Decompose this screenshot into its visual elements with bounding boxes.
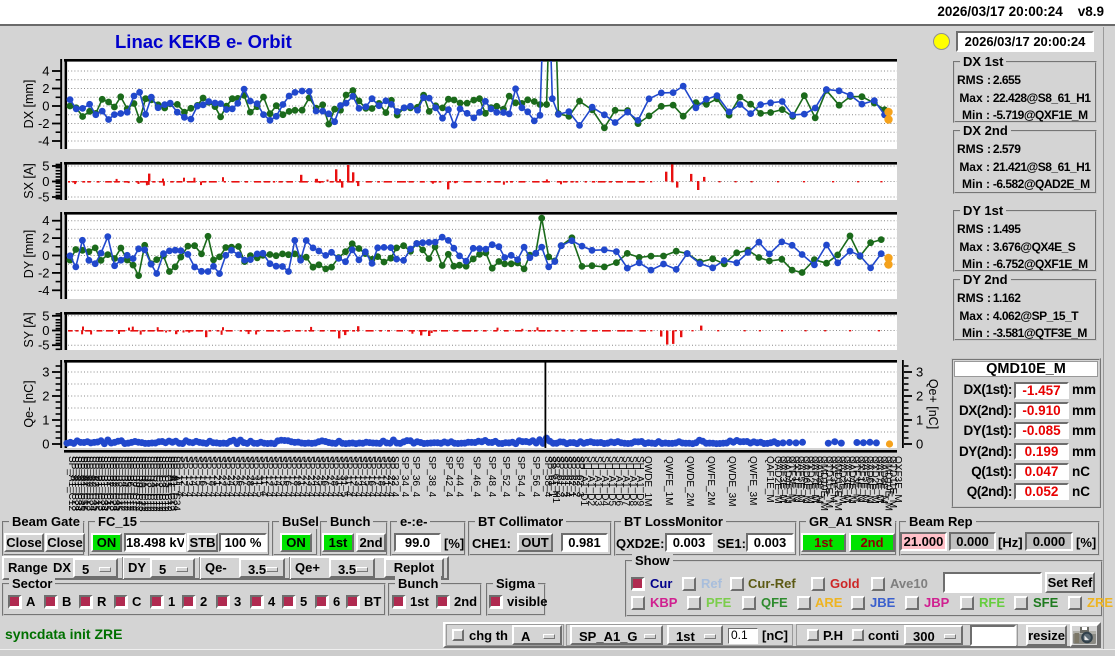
svg-text:4: 4 — [42, 64, 49, 79]
svg-text:QWFE_3M: QWFE_3M — [747, 456, 758, 505]
svg-text:QXF3E_M: QXF3E_M — [892, 456, 903, 503]
svg-text:2: 2 — [42, 231, 49, 246]
svg-text:0: 0 — [916, 437, 923, 452]
svg-text:SP_42_4: SP_42_4 — [443, 456, 454, 498]
svg-text:Qe+ [nC]: Qe+ [nC] — [926, 379, 940, 429]
svg-text:3: 3 — [42, 365, 49, 380]
svg-text:5: 5 — [42, 308, 49, 323]
svg-text:SP_54_4: SP_54_4 — [515, 456, 526, 498]
svg-text:0: 0 — [42, 174, 49, 189]
svg-text:SY [A]: SY [A] — [22, 312, 36, 347]
svg-text:2: 2 — [42, 81, 49, 96]
svg-text:SP_48_4: SP_48_4 — [486, 456, 497, 498]
svg-text:4: 4 — [42, 213, 49, 228]
svg-text:SP_36_4: SP_36_4 — [410, 456, 421, 498]
svg-text:0: 0 — [42, 437, 49, 452]
svg-text:-2: -2 — [38, 116, 50, 131]
svg-text:1: 1 — [42, 413, 49, 428]
svg-text:DY [mm]: DY [mm] — [22, 230, 36, 278]
svg-text:-2: -2 — [38, 265, 50, 280]
svg-text:Qe- [nC]: Qe- [nC] — [22, 380, 36, 427]
svg-text:3: 3 — [916, 365, 923, 380]
svg-text:1: 1 — [916, 413, 923, 428]
svg-text:2: 2 — [916, 389, 923, 404]
svg-text:-5: -5 — [38, 190, 50, 205]
svg-text:2: 2 — [42, 389, 49, 404]
svg-text:SP_56_4: SP_56_4 — [530, 456, 541, 498]
svg-text:SP_32_4: SP_32_4 — [389, 456, 400, 498]
svg-text:QWDE_2M: QWDE_2M — [684, 456, 695, 507]
svg-text:-4: -4 — [38, 134, 50, 149]
svg-text:SP_46_4: SP_46_4 — [471, 456, 482, 498]
svg-text:QWFE_1M: QWFE_1M — [663, 456, 674, 505]
svg-text:QWDE_1M: QWDE_1M — [642, 456, 653, 507]
svg-text:5: 5 — [42, 159, 49, 174]
svg-text:0: 0 — [42, 323, 49, 338]
svg-text:SP_52_4: SP_52_4 — [500, 456, 511, 498]
svg-text:QWFE_2M: QWFE_2M — [705, 456, 716, 505]
svg-text:-5: -5 — [38, 338, 50, 353]
svg-text:SP_38_4: SP_38_4 — [426, 456, 437, 498]
svg-text:SX [A]: SX [A] — [22, 163, 36, 198]
svg-text:0: 0 — [42, 248, 49, 263]
svg-text:-4: -4 — [38, 283, 50, 298]
svg-text:QWDE_3M: QWDE_3M — [726, 456, 737, 507]
svg-text:SP_34_4: SP_34_4 — [399, 456, 410, 498]
svg-text:0: 0 — [42, 99, 49, 114]
svg-text:DX [mm]: DX [mm] — [22, 80, 36, 129]
svg-text:SP_44_4: SP_44_4 — [454, 456, 465, 498]
